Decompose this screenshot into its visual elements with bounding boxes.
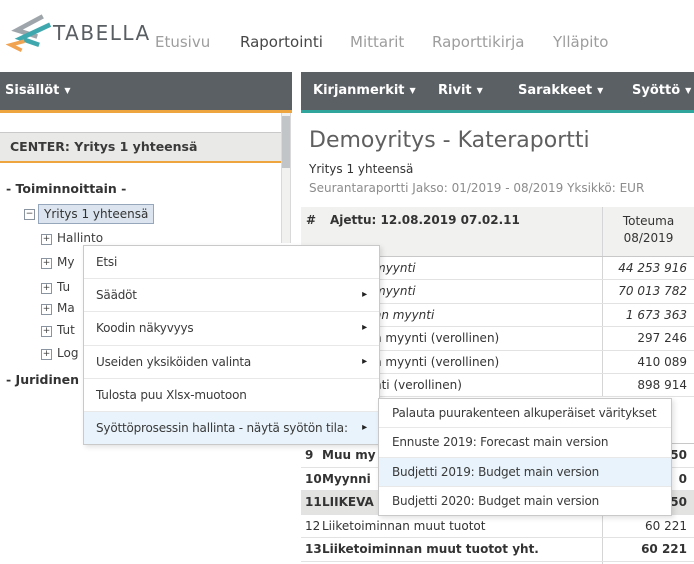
submenu-arrow-icon: ▸ [362, 412, 367, 444]
expand-icon[interactable]: + [41, 349, 52, 360]
tabella-app: TABELLA Etusivu Raportointi Mittarit Rap… [0, 0, 694, 564]
table-row[interactable]: 12 Liiketoiminnan muut tuotot 60 221 [301, 515, 694, 539]
nav-mittarit[interactable]: Mittarit [350, 33, 404, 51]
tree-node-child[interactable]: Ma [57, 301, 75, 315]
menu-item-etsi[interactable]: Etsi [84, 246, 379, 278]
submenu-item-ennuste-2019[interactable]: Ennuste 2019: Forecast main version [379, 427, 671, 456]
submenu-item-budjetti-2020[interactable]: Budjetti 2020: Budget main version [379, 486, 671, 515]
expand-icon[interactable]: + [41, 258, 52, 269]
submenu-arrow-icon: ▸ [362, 279, 367, 311]
rivit-dropdown[interactable]: Rivit▼ [438, 72, 483, 110]
nav-raportointi[interactable]: Raportointi [240, 33, 323, 51]
chevron-down-icon: ▼ [685, 86, 691, 95]
column-header-number: # [306, 213, 316, 227]
submenu-item-budjetti-2019[interactable]: Budjetti 2019: Budget main version [379, 457, 671, 486]
submenu-arrow-icon: ▸ [362, 312, 367, 344]
submenu-item-palauta-varitykset[interactable]: Palauta puurakenteen alkuperäiset värity… [379, 399, 671, 427]
toolbar-accent-line [301, 110, 694, 113]
menu-item-tulosta-puu[interactable]: Tulosta puu Xlsx-muotoon [84, 378, 379, 411]
menu-item-useiden-yksikoiden-valinta[interactable]: Useiden yksiköiden valinta ▸ [84, 345, 379, 378]
syotto-submenu: Palauta puurakenteen alkuperäiset värity… [378, 398, 672, 516]
page-title: Demoyritys - Kateraportti [309, 128, 590, 153]
nav-yllapito[interactable]: Ylläpito [553, 33, 608, 51]
menu-item-syottoprosessin-hallinta[interactable]: Syöttöprosessin hallinta - näytä syötön … [84, 411, 379, 444]
sidebar-scrollbar-thumb[interactable] [282, 116, 290, 168]
table-row[interactable]: 13 Liiketoiminnan muut tuotot yht. 60 22… [301, 538, 694, 562]
chevron-down-icon: ▼ [64, 86, 70, 95]
logo-text[interactable]: TABELLA [53, 21, 151, 45]
tree-node-child[interactable]: Tut [57, 323, 75, 337]
expand-icon[interactable]: + [41, 326, 52, 337]
expand-icon[interactable]: + [41, 283, 52, 294]
chevron-down-icon: ▼ [410, 86, 416, 95]
report-toolbar: Kirjanmerkit▼ Rivit▼ Sarakkeet▼ Syöttö▼ [301, 72, 694, 110]
menu-item-koodin-nakyvyys[interactable]: Koodin näkyvyys ▸ [84, 311, 379, 344]
sarakkeet-dropdown[interactable]: Sarakkeet▼ [518, 72, 603, 110]
expand-icon[interactable]: + [41, 304, 52, 315]
center-selection-row[interactable]: CENTER: Yritys 1 yhteensä [0, 132, 281, 163]
tree-node-child[interactable]: My [57, 255, 74, 269]
sidebar-accent-line [0, 110, 292, 113]
tree-node-hallinto[interactable]: Hallinto [57, 231, 103, 245]
expand-icon[interactable]: + [41, 234, 52, 245]
tree-group-juridinen[interactable]: - Juridinen [6, 372, 79, 387]
tree-node-child[interactable]: Tu [57, 280, 70, 294]
column-header-toteuma: Toteuma 08/2019 [602, 207, 694, 256]
tabella-logo-icon [6, 11, 52, 53]
syotto-dropdown[interactable]: Syöttö▼ [632, 72, 691, 110]
top-header: TABELLA Etusivu Raportointi Mittarit Rap… [0, 0, 694, 72]
nav-raporttikirja[interactable]: Raporttikirja [432, 33, 524, 51]
kirjanmerkit-dropdown[interactable]: Kirjanmerkit▼ [313, 72, 416, 110]
tree-context-menu: Etsi Säädöt ▸ Koodin näkyvyys ▸ Useiden … [83, 245, 380, 445]
tree-group-toiminnoittain[interactable]: - Toiminnoittain - [6, 181, 126, 196]
column-header-run-timestamp: Ajettu: 12.08.2019 07.02.11 [330, 213, 520, 227]
menu-item-saadot[interactable]: Säädöt ▸ [84, 278, 379, 311]
chevron-down-icon: ▼ [597, 86, 603, 95]
tree-node-yritys-1-yhteensa[interactable]: Yritys 1 yhteensä [38, 204, 154, 224]
sisallot-dropdown[interactable]: Sisällöt▼ [5, 72, 71, 110]
chevron-down-icon: ▼ [477, 86, 483, 95]
collapse-icon[interactable]: − [24, 209, 35, 220]
sidebar-header-bar: Sisällöt▼ [0, 72, 292, 110]
report-meta: Seurantaraportti Jakso: 01/2019 - 08/201… [309, 181, 644, 195]
submenu-arrow-icon: ▸ [362, 346, 367, 378]
report-subtitle: Yritys 1 yhteensä [309, 162, 413, 176]
nav-etusivu[interactable]: Etusivu [155, 33, 210, 51]
tree-node-child[interactable]: Log [57, 346, 78, 360]
